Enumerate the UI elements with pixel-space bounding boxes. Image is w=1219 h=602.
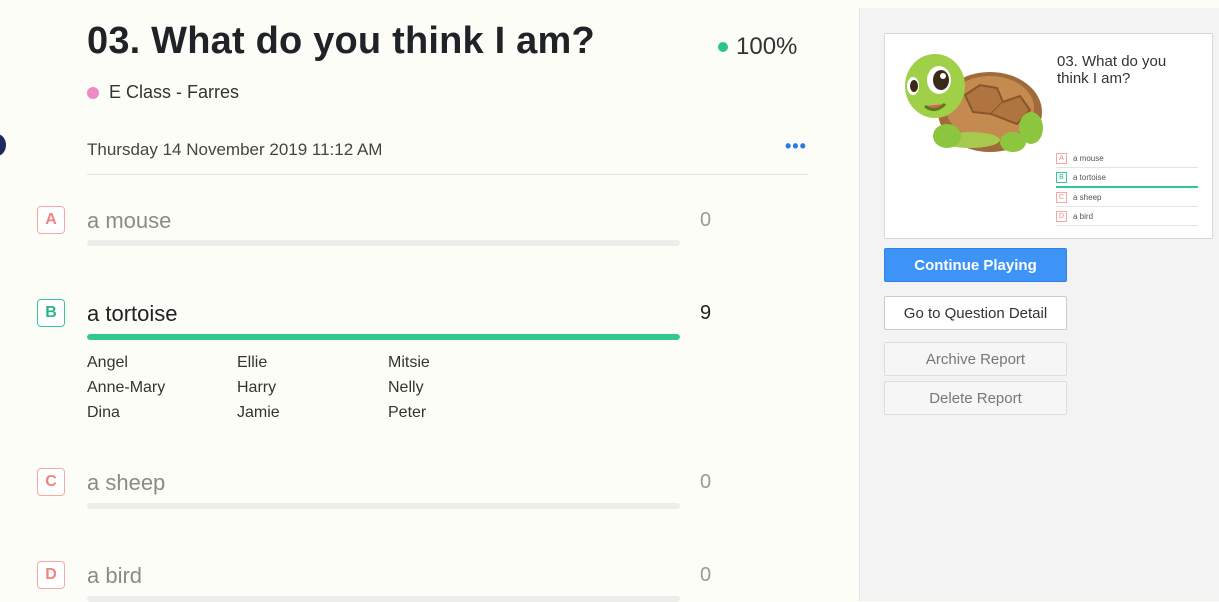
respondent-name: Angel — [87, 354, 128, 371]
option-progress-bar — [87, 596, 680, 602]
class-name: E Class - Farres — [109, 82, 240, 102]
respondent-name: Dina — [87, 404, 120, 421]
option-letter: D — [37, 561, 65, 589]
continue-playing-button[interactable]: Continue Playing — [884, 248, 1067, 282]
option-letter: A — [37, 206, 65, 234]
preview-option-letter: A — [1056, 152, 1067, 164]
preview-option-letter: B — [1056, 171, 1067, 183]
more-options-icon[interactable]: ••• — [785, 136, 807, 157]
preview-option-a: A a mouse — [1056, 149, 1198, 168]
respondent-name: Anne-Mary — [87, 379, 166, 396]
option-count: 0 — [700, 471, 712, 493]
option-text: a tortoise — [87, 301, 178, 326]
option-letter: C — [37, 468, 65, 496]
option-text: a bird — [87, 563, 143, 588]
preview-option-d: D a bird — [1056, 207, 1198, 226]
option-progress-bar — [87, 503, 680, 509]
header-divider — [87, 174, 808, 175]
respondent-name: Jamie — [237, 404, 280, 421]
report-main: 03. What do you think I am? 100% E Class… — [0, 0, 858, 602]
report-sidebar: 03. What do you think I am? A a mouse B … — [859, 8, 1219, 601]
class-label: E Class - Farres — [87, 82, 239, 103]
preview-option-letter: D — [1056, 210, 1067, 222]
preview-option-letter: C — [1056, 191, 1067, 203]
delete-report-button[interactable]: Delete Report — [884, 381, 1067, 415]
question-title: 03. What do you think I am? — [87, 20, 595, 62]
tortoise-illustration — [905, 54, 1043, 152]
question-preview-card[interactable]: 03. What do you think I am? A a mouse B … — [884, 33, 1213, 239]
respondent-name: Harry — [237, 379, 277, 396]
respondent-name: Nelly — [388, 379, 424, 396]
option-count: 0 — [700, 564, 712, 586]
preview-question-title: 03. What do you think I am? — [1057, 53, 1167, 87]
preview-option-text: a mouse — [1073, 153, 1104, 163]
respondent-name: Peter — [388, 404, 427, 421]
respondent-name: Ellie — [237, 354, 268, 371]
preview-option-text: a sheep — [1073, 192, 1102, 202]
preview-option-c: C a sheep — [1056, 188, 1198, 207]
preview-option-b: B a tortoise — [1056, 168, 1198, 188]
question-detail-button[interactable]: Go to Question Detail — [884, 296, 1067, 330]
option-text: a mouse — [87, 208, 172, 233]
option-letter: B — [37, 299, 65, 327]
respondent-names: Angel Ellie Mitsie Anne-Mary Harry Nelly… — [87, 354, 538, 422]
preview-options: A a mouse B a tortoise C a sheep D a bir… — [1056, 149, 1198, 226]
score-percentage: 100% — [718, 33, 797, 61]
option-progress-bar — [87, 240, 680, 246]
option-progress-bar — [87, 334, 680, 340]
option-count: 9 — [700, 302, 712, 324]
edge-indicator — [0, 134, 6, 156]
score-value: 100% — [736, 33, 798, 60]
class-color-dot — [87, 86, 99, 99]
option-text: a sheep — [87, 470, 166, 495]
option-progress-fill — [87, 334, 680, 340]
archive-report-button[interactable]: Archive Report — [884, 342, 1067, 376]
report-date: Thursday 14 November 2019 11:12 AM — [87, 140, 383, 159]
option-count: 0 — [700, 209, 712, 231]
preview-option-text: a tortoise — [1073, 172, 1106, 182]
preview-option-text: a bird — [1073, 211, 1094, 221]
score-status-dot — [718, 42, 728, 52]
respondent-name: Mitsie — [388, 354, 430, 371]
